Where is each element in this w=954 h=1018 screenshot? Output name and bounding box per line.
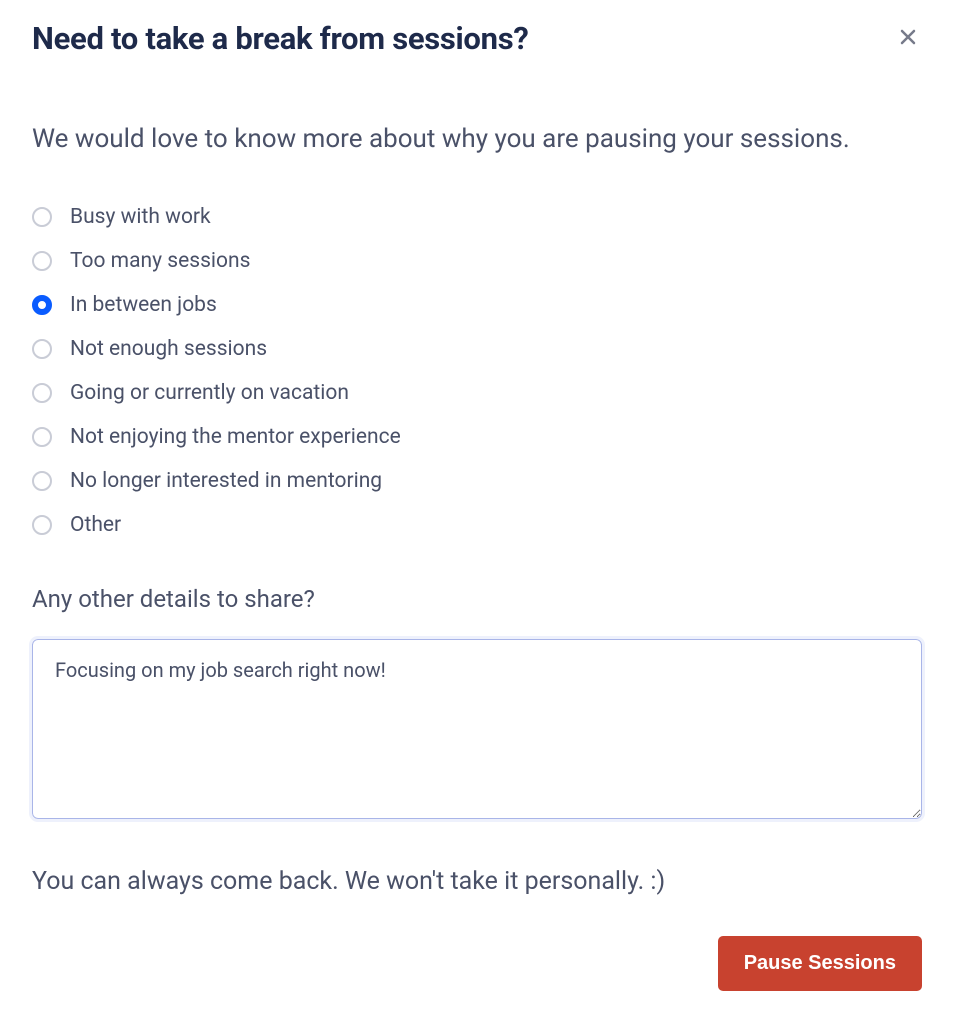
radio-label: No longer interested in mentoring	[70, 469, 382, 493]
radio-icon	[32, 383, 52, 403]
radio-icon	[32, 339, 52, 359]
modal-title: Need to take a break from sessions?	[32, 20, 528, 57]
radio-option-not-enjoying[interactable]: Not enjoying the mentor experience	[32, 425, 922, 449]
radio-icon	[32, 515, 52, 535]
radio-label: Not enjoying the mentor experience	[70, 425, 401, 449]
radio-icon	[32, 471, 52, 491]
radio-icon	[32, 207, 52, 227]
pause-sessions-button[interactable]: Pause Sessions	[718, 936, 922, 991]
radio-option-in-between-jobs[interactable]: In between jobs	[32, 293, 922, 317]
footer-note: You can always come back. We won't take …	[32, 867, 922, 896]
close-button[interactable]	[894, 23, 922, 54]
radio-icon	[32, 427, 52, 447]
radio-label: Going or currently on vacation	[70, 381, 349, 405]
radio-label: Not enough sessions	[70, 337, 267, 361]
radio-option-vacation[interactable]: Going or currently on vacation	[32, 381, 922, 405]
radio-option-not-enough-sessions[interactable]: Not enough sessions	[32, 337, 922, 361]
radio-label: In between jobs	[70, 293, 217, 317]
radio-option-other[interactable]: Other	[32, 513, 922, 537]
radio-label: Other	[70, 513, 121, 537]
radio-icon	[32, 251, 52, 271]
radio-label: Busy with work	[70, 205, 211, 229]
close-icon	[898, 27, 918, 50]
details-label: Any other details to share?	[32, 585, 922, 613]
modal-subtitle: We would love to know more about why you…	[32, 121, 922, 159]
radio-option-too-many-sessions[interactable]: Too many sessions	[32, 249, 922, 273]
radio-icon	[32, 295, 52, 315]
radio-label: Too many sessions	[70, 249, 250, 273]
details-textarea[interactable]: Focusing on my job search right now!	[32, 639, 922, 819]
pause-reason-radio-group: Busy with work Too many sessions In betw…	[32, 205, 922, 537]
radio-option-no-longer-interested[interactable]: No longer interested in mentoring	[32, 469, 922, 493]
radio-option-busy-with-work[interactable]: Busy with work	[32, 205, 922, 229]
